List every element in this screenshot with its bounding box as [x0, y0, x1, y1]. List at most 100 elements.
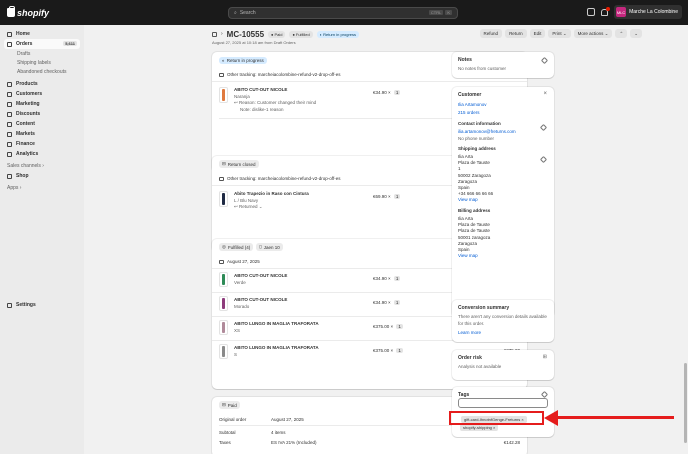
product-name[interactable]: ABITO CUT-OUT NICOLE	[234, 273, 287, 280]
customer-name-link[interactable]: Ilia Artamonov	[452, 98, 554, 109]
sidebar-item-orders[interactable]: Orders 5,611	[4, 39, 80, 49]
search-input[interactable]: ⌕ Search CTRL K	[228, 7, 458, 19]
sidebar-item-customers[interactable]: Customers	[4, 89, 80, 99]
sidebar-label: Discounts	[16, 111, 41, 117]
view-map-link-billing[interactable]: View map	[452, 253, 554, 260]
remove-tag-icon[interactable]: ×	[493, 425, 495, 430]
unit-price: €69.90	[373, 194, 387, 199]
sidebar-item-shop[interactable]: Shop	[4, 171, 80, 181]
apps-heading[interactable]: Apps ›	[4, 183, 80, 193]
badge-text: Return closed	[227, 161, 256, 167]
notes-text: No notes from customer	[458, 66, 507, 71]
learn-more-link[interactable]: Learn more	[452, 327, 554, 337]
next-order-button[interactable]: ⌄	[630, 29, 642, 38]
sidebar-item-markets[interactable]: Markets	[4, 129, 80, 139]
product-image	[222, 322, 225, 333]
sidebar-item-shipping-labels[interactable]: Shipping labels	[4, 58, 80, 67]
store-menu[interactable]: MLC Marche La Colombine	[614, 5, 682, 19]
status-badge-fulfilled: ● Fulfilled	[289, 30, 313, 38]
truck-icon	[219, 72, 224, 77]
product-name[interactable]: Abito Trapezio in Raso con Cintura	[234, 191, 309, 198]
product-thumbnail[interactable]	[219, 272, 228, 287]
store-avatar: MLC	[616, 7, 627, 17]
notification-dot	[606, 6, 611, 11]
more-actions-button[interactable]: More actions ⌄	[573, 29, 613, 38]
sidebar-item-analytics[interactable]: Analytics	[4, 149, 80, 159]
customer-email-link[interactable]: ilia.artamonov@freturns.com	[452, 126, 554, 136]
product-thumbnail[interactable]	[219, 296, 228, 311]
payment-detail: August 27, 2025	[271, 416, 304, 422]
product-thumbnail[interactable]	[219, 87, 228, 103]
sidebar-item-home[interactable]: Home	[4, 29, 80, 39]
sidebar-label: Home	[16, 31, 30, 37]
product-variant: XS	[234, 327, 241, 333]
return-button[interactable]: Return	[505, 29, 527, 38]
store-name: Marche La Colombine	[629, 9, 678, 15]
shipping-address-lines: Ilia Arta Plaza de Tauste 1 50002 Zarago…	[452, 151, 554, 197]
risk-info-icon[interactable]: ⊞	[543, 354, 547, 360]
finance-icon	[7, 141, 12, 147]
badge-text: Paid	[274, 31, 283, 37]
breadcrumb-chevron-icon[interactable]: ›	[221, 31, 223, 37]
tag-chip-text: shopify-shipping	[463, 425, 492, 430]
status-badge-return: ◐ Return in progress	[316, 30, 360, 38]
shortcut-ctrl: CTRL	[428, 10, 444, 15]
previous-order-button[interactable]: ⌃	[615, 29, 628, 38]
orders-icon	[7, 41, 12, 47]
badge-text: Fulfilled	[295, 31, 310, 37]
notifications-icon[interactable]	[601, 6, 611, 16]
sidebar-item-finance[interactable]: Finance	[4, 139, 80, 149]
fulfillment-date: August 27, 2025	[227, 259, 260, 264]
scrollbar-thumb[interactable]	[684, 363, 687, 443]
sales-channels-label: Sales channels	[7, 163, 41, 169]
sidebar-item-content[interactable]: Content	[4, 119, 80, 129]
sidebar-label: Content	[16, 121, 35, 127]
refund-button[interactable]: Refund	[479, 29, 503, 38]
reason-text: Reason: Customer changed their mind	[239, 100, 317, 105]
sales-channels-heading[interactable]: Sales channels ›	[4, 161, 80, 171]
print-button[interactable]: Print ⌄	[548, 29, 571, 38]
product-thumbnail[interactable]	[219, 191, 228, 207]
product-thumbnail[interactable]	[219, 344, 228, 359]
annotation-arrow-shaft	[556, 416, 674, 419]
home-icon	[7, 31, 12, 37]
shopify-logo[interactable]: shopify	[7, 6, 50, 18]
order-risk-title: Order risk	[458, 355, 482, 361]
settings-gear-icon	[7, 302, 12, 308]
product-thumbnail[interactable]	[219, 320, 228, 335]
analytics-icon	[7, 151, 12, 157]
location-badge: ▯ Jaen 10	[256, 243, 283, 251]
scrollbar[interactable]	[683, 25, 688, 454]
sidebar-item-discounts[interactable]: Discounts	[4, 109, 80, 119]
brand-text: shopify	[17, 7, 50, 18]
return-note: Note: dislike-1 reason	[240, 106, 284, 112]
print-label: Print	[552, 31, 562, 36]
sidebar-item-abandoned-checkouts[interactable]: Abandoned checkouts	[4, 67, 80, 76]
customer-card: Customer × Ilia Artamonov 215 orders Con…	[452, 87, 554, 317]
price-qty: €34.90 × 1	[373, 90, 401, 95]
product-variant: Morado	[234, 303, 250, 309]
tag-chip-shopify-shipping[interactable]: shopify-shipping ×	[460, 424, 499, 431]
quantity: 1	[393, 194, 401, 199]
remove-customer-icon[interactable]: ×	[543, 91, 547, 97]
conversion-text: There aren't any conversion details avai…	[458, 314, 547, 326]
badge-text: Fulfilled (4)	[227, 244, 251, 250]
top-bar: shopify ⌕ Search CTRL K MLC Marche La Col…	[0, 0, 688, 25]
edit-button[interactable]: Edit	[529, 29, 546, 38]
product-name[interactable]: ABITO LUNGO IN MAGLIA TRAFORATA	[234, 345, 319, 352]
product-name[interactable]: ABITO CUT-OUT NICOLE	[234, 297, 287, 304]
notes-card: Notes No notes from customer	[452, 52, 554, 78]
product-variant: S	[234, 351, 238, 357]
returned-text: Returned	[239, 204, 258, 209]
quantity: 1	[393, 300, 401, 305]
marketing-icon	[7, 101, 12, 107]
customer-orders-link[interactable]: 215 orders	[452, 109, 554, 117]
product-name[interactable]: ABITO LUNGO IN MAGLIA TRAFORATA	[234, 321, 319, 328]
sidebar-item-settings[interactable]: Settings	[4, 300, 80, 310]
inbox-icon[interactable]	[587, 8, 596, 16]
sidebar-item-products[interactable]: Products	[4, 79, 80, 89]
sidebar-label: Products	[16, 81, 38, 87]
tags-input[interactable]	[458, 398, 548, 408]
sidebar-item-drafts[interactable]: Drafts	[4, 49, 80, 58]
sidebar-item-marketing[interactable]: Marketing	[4, 99, 80, 109]
